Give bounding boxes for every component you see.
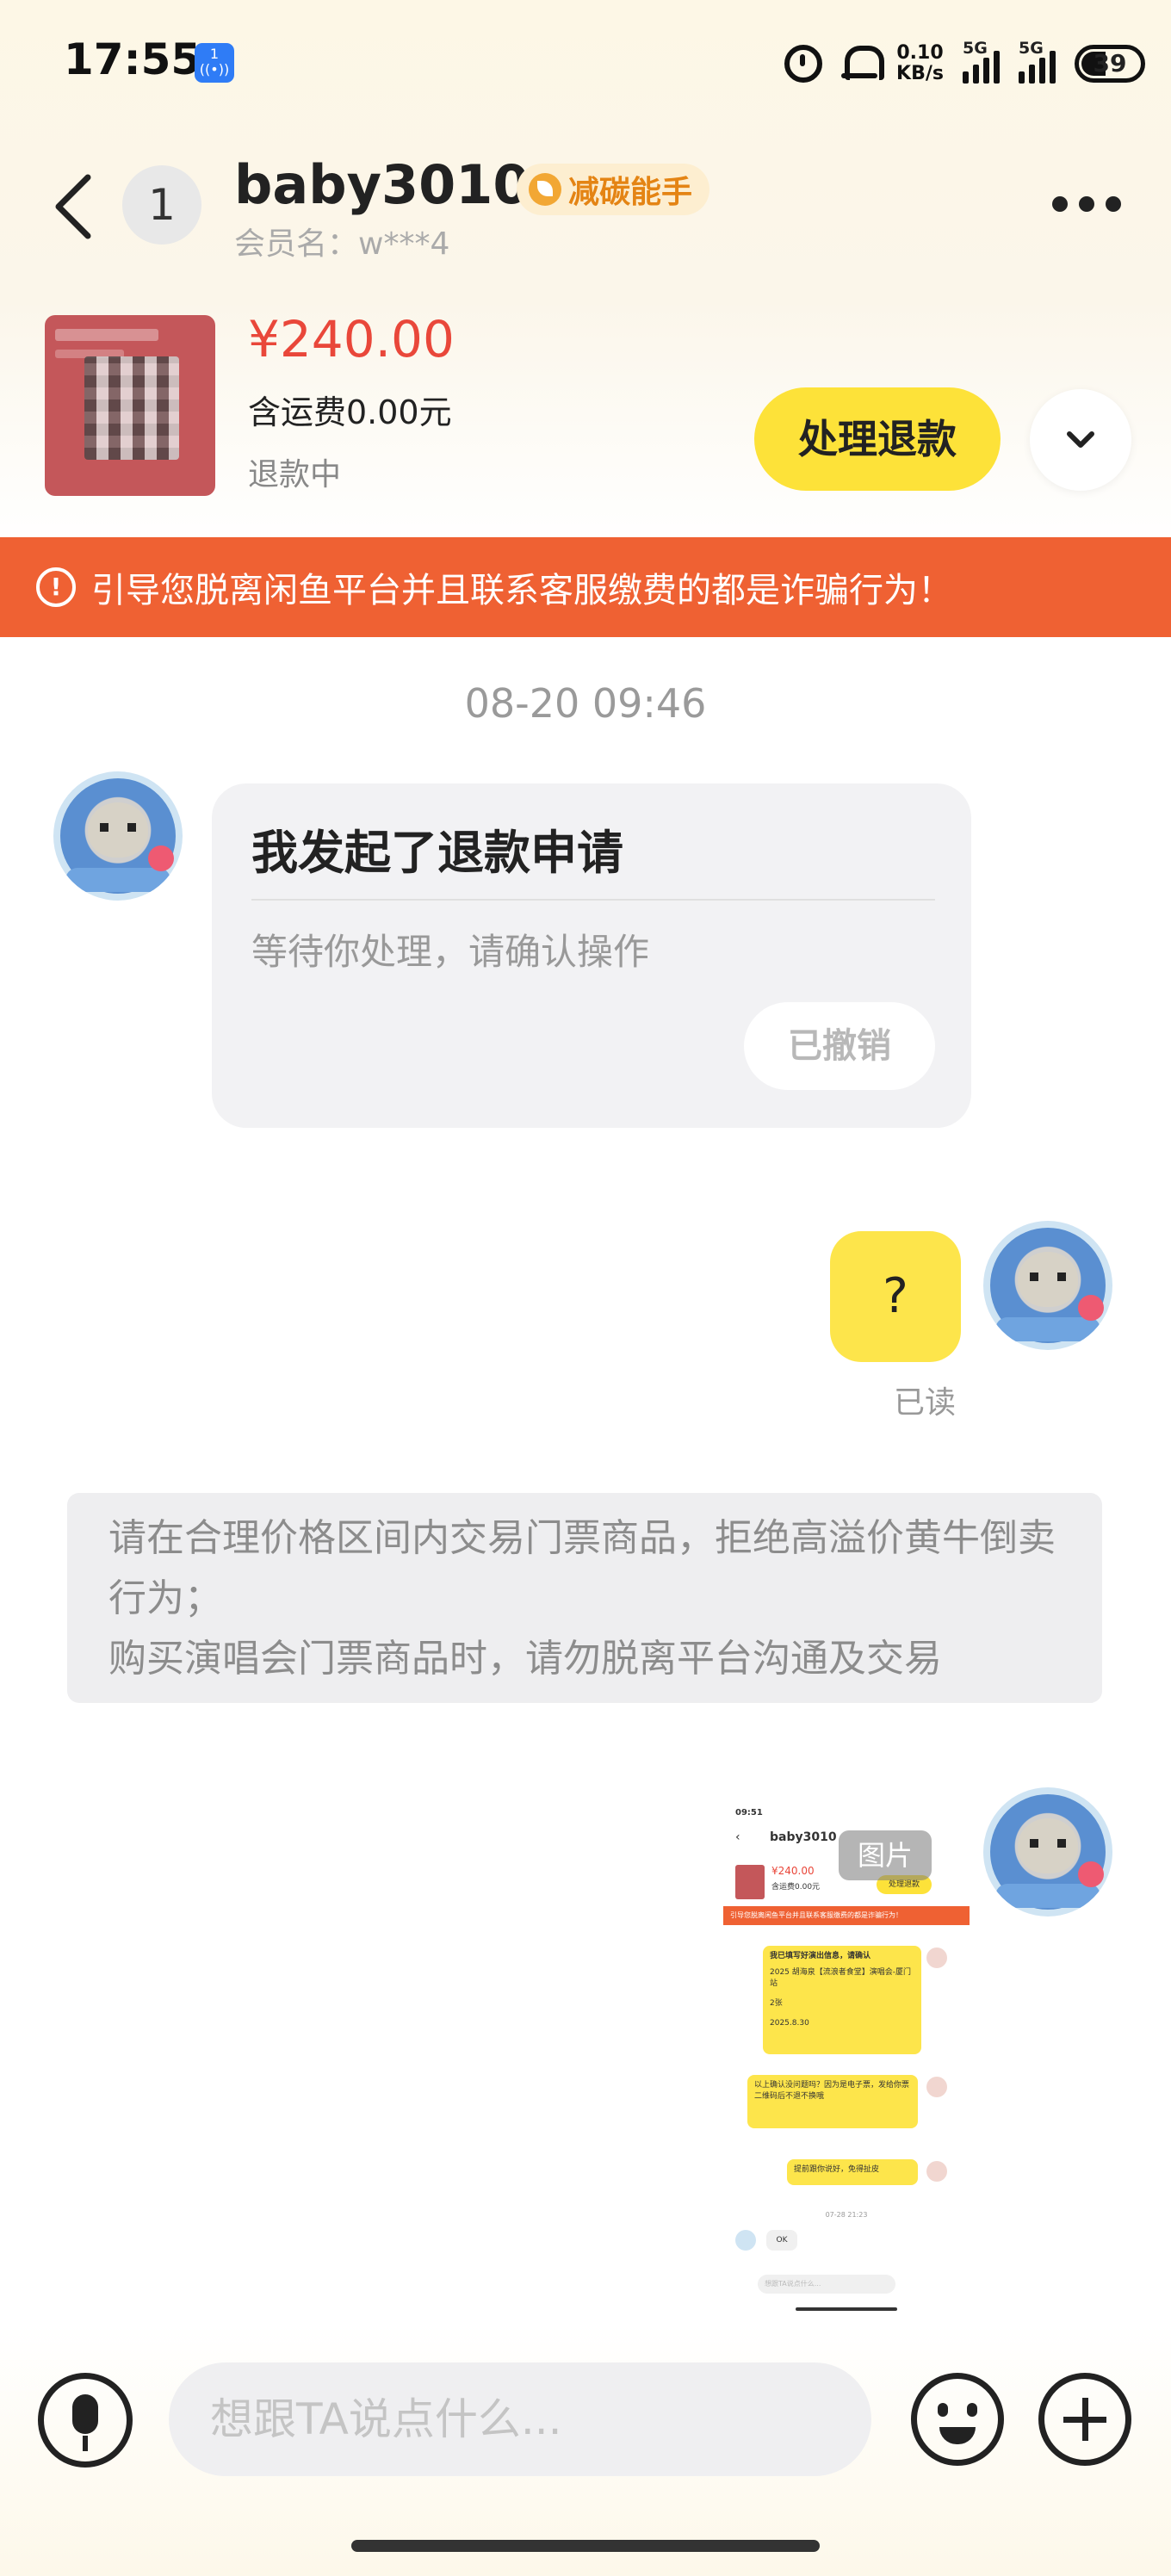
plus-icon[interactable] (1038, 2373, 1131, 2466)
microphone-icon[interactable] (38, 2373, 133, 2468)
signal-icon: 5G (963, 39, 1000, 84)
alert-icon: ! (36, 567, 76, 607)
my-message-bubble[interactable]: ? (830, 1231, 961, 1362)
message-input[interactable]: 想跟TA说点什么... (169, 2362, 871, 2476)
refund-card-title: 我发起了退款申请 (251, 826, 623, 880)
handle-refund-button[interactable]: 处理退款 (754, 387, 1001, 491)
more-options-icon[interactable] (1052, 196, 1121, 214)
image-label: 图片 (839, 1830, 932, 1880)
home-indicator[interactable] (351, 2540, 820, 2552)
avatar (926, 1947, 947, 1968)
leaf-icon (529, 173, 561, 206)
my-avatar[interactable] (983, 1787, 1112, 1917)
expand-button[interactable] (1030, 389, 1131, 491)
fraud-warning-banner: ! 引导您脱离闲鱼平台并且联系客服缴费的都是诈骗行为！ (0, 537, 1171, 637)
back-arrow-icon: ‹ (735, 1830, 740, 1844)
system-notice: 请在合理价格区间内交易门票商品，拒绝高溢价黄牛倒卖行为； 购买演唱会门票商品时，… (67, 1493, 1102, 1703)
nfc-icon: 1 ((•)) (195, 43, 234, 83)
member-name: 会员名：w***4 (234, 226, 450, 262)
avatar (926, 2077, 947, 2097)
other-user-avatar[interactable] (53, 771, 183, 901)
order-status: 退款中 (248, 457, 342, 492)
notification-bell-icon (841, 44, 885, 84)
signal-icon: 5G (1019, 39, 1056, 84)
product-thumbnail[interactable] (45, 315, 215, 496)
back-arrow-icon[interactable] (52, 172, 95, 241)
status-bar: 17:55 1 ((•)) 0.10 KB/s 5G 5G 39 (0, 0, 1171, 129)
message-timestamp: 08-20 09:46 (464, 680, 707, 727)
avatar (735, 2230, 756, 2251)
refund-request-card[interactable]: 我发起了退款申请 等待你处理，请确认操作 已撤销 (212, 783, 971, 1128)
emoji-icon[interactable] (911, 2373, 1004, 2466)
status-icons: 0.10 KB/s 5G 5G 39 (784, 38, 1145, 90)
my-avatar[interactable] (983, 1221, 1112, 1350)
battery-icon: 39 (1075, 45, 1145, 83)
read-status: 已读 (894, 1385, 957, 1421)
divider (251, 899, 935, 901)
avatar (926, 2161, 947, 2182)
unread-count-badge: 1 (122, 165, 201, 245)
warning-text: 引导您脱离闲鱼平台并且联系客服缴费的都是诈骗行为！ (91, 571, 952, 610)
shipping-fee: 含运费0.00元 (248, 393, 452, 431)
status-time: 17:55 (64, 34, 201, 84)
alarm-clock-icon (784, 45, 823, 83)
chat-username[interactable]: baby3010 (234, 153, 530, 216)
user-badge: 减碳能手 (517, 164, 710, 215)
refund-card-desc: 等待你处理，请确认操作 (251, 931, 650, 973)
chevron-down-icon (1067, 431, 1094, 448)
product-price: ¥240.00 (248, 310, 455, 368)
net-speed: 0.10 KB/s (896, 42, 944, 84)
revoked-button[interactable]: 已撤销 (744, 1002, 935, 1090)
